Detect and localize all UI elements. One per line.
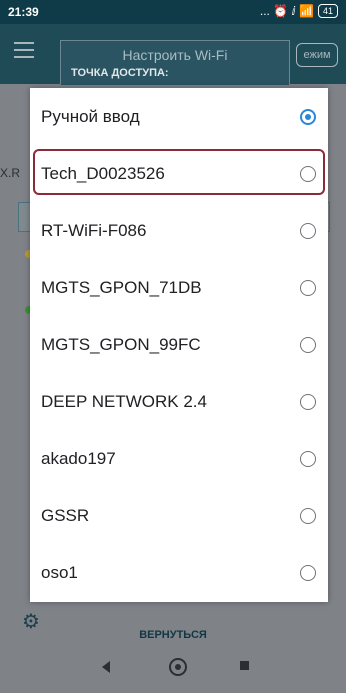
bottom-bar: ⚙ ВЕРНУТЬСЯ — [0, 604, 346, 644]
network-option[interactable]: MGTS_GPON_71DB — [30, 259, 328, 316]
status-icons: ... ⏰ ⅈ 📶 41 — [260, 4, 338, 18]
radio-icon[interactable] — [300, 166, 316, 182]
radio-selected-icon[interactable] — [300, 109, 316, 125]
network-option[interactable]: Tech_D0023526 — [30, 145, 328, 202]
status-bar: 21:39 ... ⏰ ⅈ 📶 41 — [0, 0, 346, 24]
battery-icon: 41 — [317, 4, 338, 18]
network-option[interactable]: MGTS_GPON_99FC — [30, 316, 328, 373]
radio-icon[interactable] — [300, 394, 316, 410]
header-title-box: Настроить Wi-Fi ТОЧКА ДОСТУПА: — [60, 40, 290, 86]
nav-back-icon[interactable] — [102, 661, 110, 673]
app-header: Настроить Wi-Fi ТОЧКА ДОСТУПА: ежим — [0, 24, 346, 86]
nav-recent-apps-icon[interactable] — [240, 661, 249, 670]
radio-icon[interactable] — [300, 337, 316, 353]
network-option-label: oso1 — [41, 563, 78, 582]
radio-icon[interactable] — [300, 508, 316, 524]
network-option-label: MGTS_GPON_99FC — [41, 335, 201, 354]
network-option[interactable]: oso1 — [30, 544, 328, 601]
page-title: Настроить Wi-Fi — [122, 47, 228, 63]
nav-home-icon[interactable] — [169, 658, 187, 676]
hamburger-menu-icon[interactable] — [14, 42, 34, 58]
radio-icon[interactable] — [300, 565, 316, 581]
network-option[interactable]: DEEP NETWORK 2.4 — [30, 373, 328, 430]
background-left-text: X.R — [0, 166, 21, 180]
status-time: 21:39 — [8, 5, 39, 19]
status-icons-text: ... ⏰ ⅈ 📶 — [259, 4, 314, 18]
network-option-label: MGTS_GPON_71DB — [41, 278, 202, 297]
radio-icon[interactable] — [300, 223, 316, 239]
page-subtitle: ТОЧКА ДОСТУПА: — [71, 67, 169, 79]
network-option[interactable]: GSSR — [30, 487, 328, 544]
network-option[interactable]: Ручной ввод — [30, 88, 328, 145]
mode-button[interactable]: ежим — [296, 43, 338, 67]
network-option[interactable]: RT-WiFi-F086 — [30, 202, 328, 259]
network-option-label: GSSR — [41, 506, 90, 525]
radio-icon[interactable] — [300, 451, 316, 467]
network-option-label: Tech_D0023526 — [41, 164, 165, 183]
network-option[interactable]: akado197 — [30, 430, 328, 487]
network-option-label: RT-WiFi-F086 — [41, 221, 147, 240]
wifi-select-dialog: Ручной ввод Tech_D0023526 RT-WiFi-F086 M… — [30, 88, 328, 602]
radio-icon[interactable] — [300, 280, 316, 296]
network-option-label: DEEP NETWORK 2.4 — [41, 392, 207, 411]
back-button[interactable]: ВЕРНУТЬСЯ — [0, 629, 346, 641]
network-option-label: akado197 — [41, 449, 116, 468]
system-navigation-bar — [0, 653, 346, 693]
network-option-label: Ручной ввод — [41, 107, 140, 126]
